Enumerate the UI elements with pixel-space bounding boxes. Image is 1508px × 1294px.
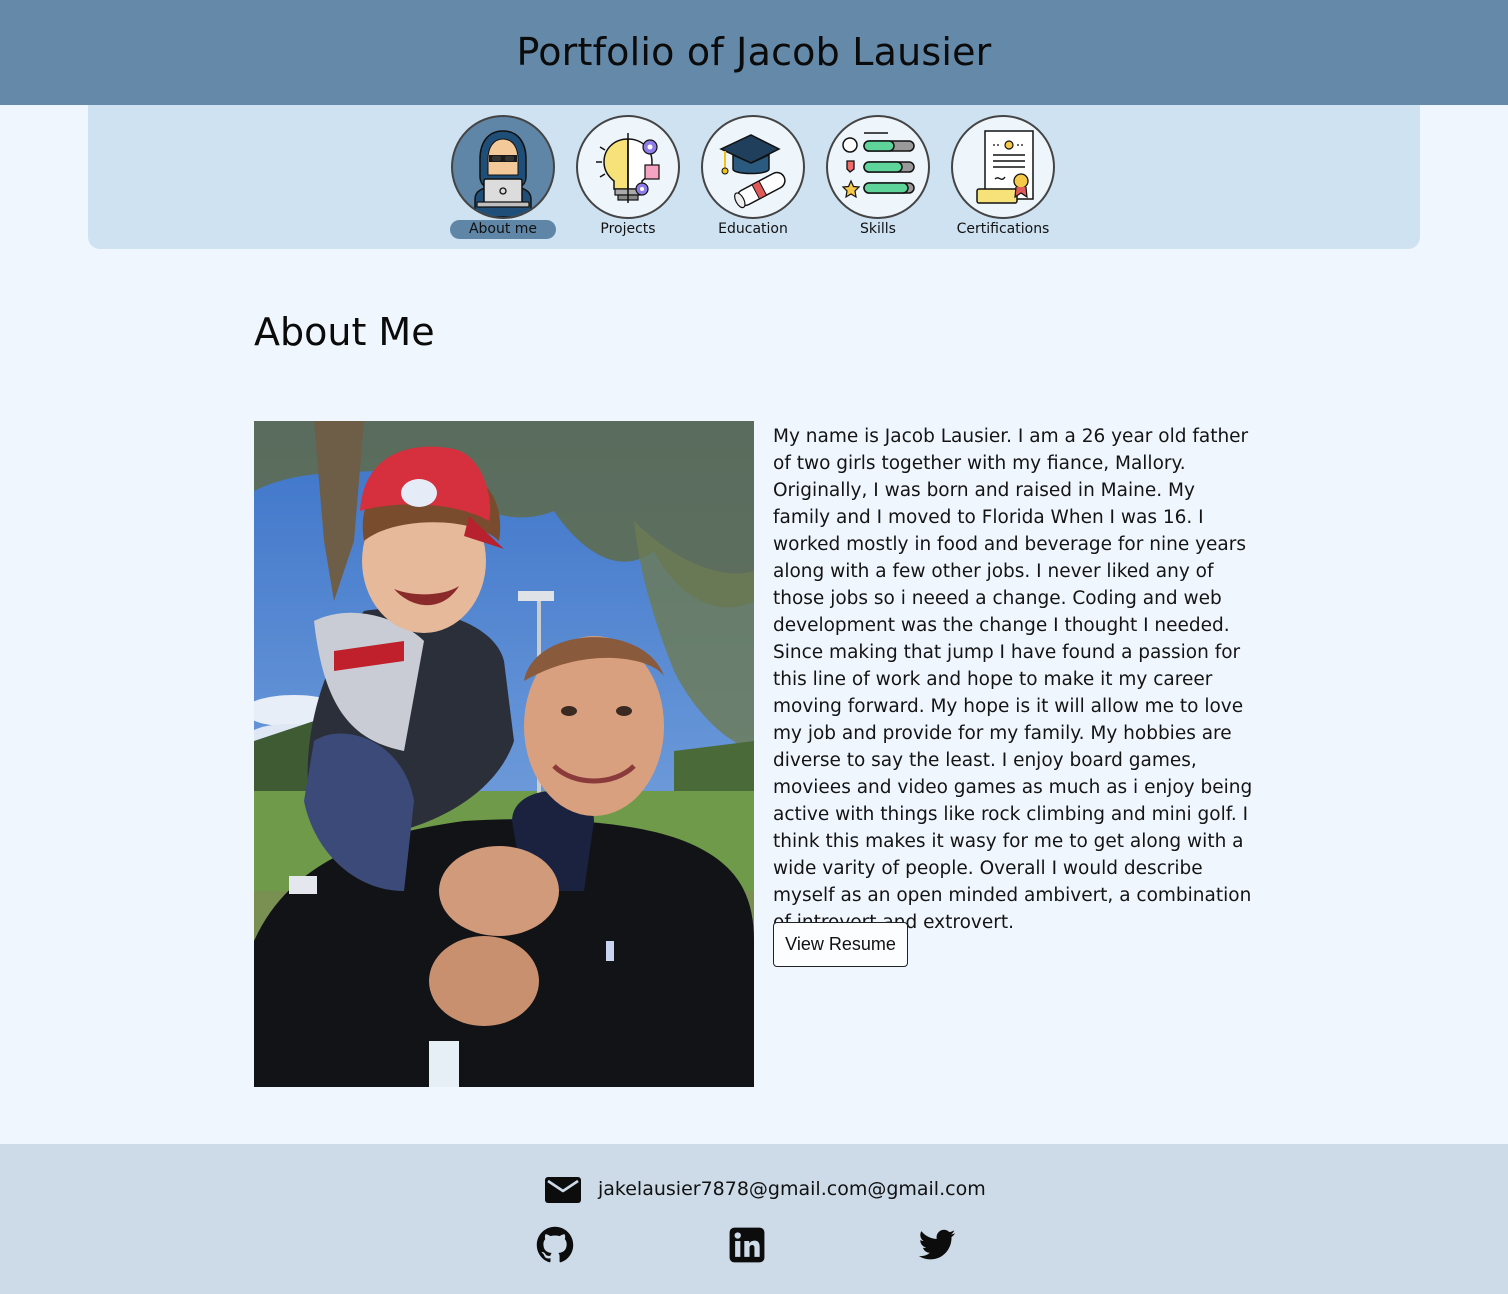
nav-item-education[interactable]: Education	[700, 115, 806, 241]
nav-item-certifications[interactable]: Certifications	[950, 115, 1056, 241]
nav-item-about-me[interactable]: About me	[450, 115, 556, 241]
lightbulb-gears-icon	[576, 115, 680, 219]
twitter-link[interactable]	[918, 1226, 956, 1264]
nav-label: Certifications	[956, 221, 1050, 237]
nav-label: Skills	[860, 221, 896, 237]
view-resume-button[interactable]: View Resume	[773, 922, 908, 967]
twitter-icon	[918, 1229, 956, 1260]
nav-item-projects[interactable]: Projects	[575, 115, 681, 241]
github-icon	[536, 1226, 574, 1263]
nav-label: Projects	[600, 221, 656, 237]
github-link[interactable]	[536, 1226, 574, 1264]
linkedin-icon	[729, 1227, 765, 1263]
nav-item-skills[interactable]: Skills	[825, 115, 931, 241]
site-title: Portfolio of Jacob Lausier	[516, 30, 992, 74]
linkedin-link[interactable]	[728, 1226, 766, 1264]
family-photo	[254, 421, 754, 1087]
mail-icon	[545, 1177, 581, 1203]
hacker-laptop-icon	[451, 115, 555, 219]
nav-label: Education	[718, 221, 788, 237]
certificate-icon	[951, 115, 1055, 219]
skill-bars-icon	[826, 115, 930, 219]
site-footer: jakelausier7878@gmail.com@gmail.com	[0, 1144, 1508, 1294]
nav-bar: About me Projects Education Skills Certi…	[88, 105, 1420, 249]
page-title: About Me	[254, 310, 435, 354]
nav-label: About me	[450, 220, 556, 239]
site-header: Portfolio of Jacob Lausier	[0, 0, 1508, 105]
bio-text: My name is Jacob Lausier. I am a 26 year…	[773, 426, 1253, 933]
email-address: jakelausier7878@gmail.com@gmail.com	[598, 1178, 986, 1200]
graduation-cap-diploma-icon	[701, 115, 805, 219]
